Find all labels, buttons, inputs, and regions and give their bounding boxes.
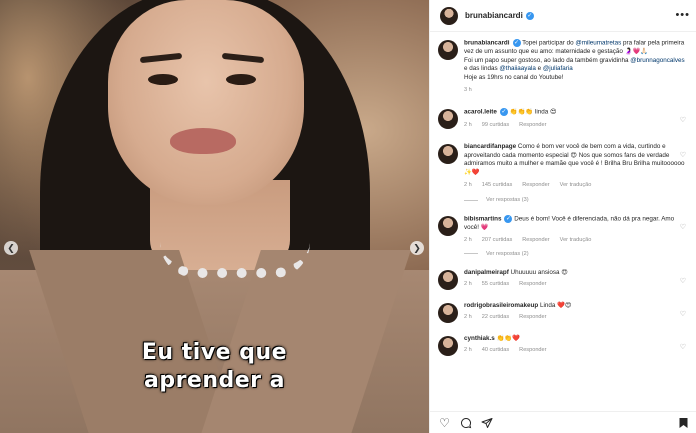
avatar[interactable] — [438, 335, 458, 356]
comment-username[interactable]: bibismartins — [464, 216, 501, 223]
heart-icon[interactable]: ♡ — [680, 310, 686, 318]
author-username[interactable]: brunabiancardi — [465, 11, 523, 20]
mention-link[interactable]: @juliafaria — [543, 65, 573, 72]
chevron-left-icon: ❮ — [7, 242, 15, 253]
bookmark-icon[interactable] — [677, 416, 690, 429]
avatar[interactable] — [438, 144, 458, 165]
view-replies-button[interactable]: Ver respostas (3) — [464, 197, 688, 203]
heart-icon[interactable]: ♡ — [680, 277, 686, 285]
comment-item: acarol.leite ✓ 👏👏👏 linda 😍 2 h 99 curtida… — [438, 108, 688, 130]
view-replies-button[interactable]: Ver respostas (2) — [464, 251, 688, 257]
comment-item: bibismartins ✓ Deus é bom! Você é diferen… — [438, 215, 688, 244]
comment-username[interactable]: cynthiak.s — [464, 335, 495, 342]
verified-icon: ✓ — [512, 39, 521, 47]
avatar[interactable] — [438, 216, 458, 237]
necklace — [160, 242, 310, 278]
next-media-button[interactable]: ❯ — [410, 241, 424, 255]
comment-text: 👏👏❤️ — [496, 334, 521, 342]
eye-right — [226, 74, 256, 85]
comment-icon[interactable] — [459, 416, 472, 429]
description-text: Topei participar do — [520, 39, 576, 47]
verified-icon: ✓ — [504, 215, 513, 224]
comment-time: 2 h — [464, 281, 472, 288]
comment-text: 👏👏👏 linda 😍 — [509, 108, 557, 116]
video-caption-line-2: aprender a — [143, 368, 286, 393]
comment-text: Uhuuuuu ansiosa 😍 — [510, 268, 568, 276]
avatar[interactable] — [438, 269, 458, 290]
comment-likes[interactable]: 40 curtidas — [482, 346, 509, 355]
avatar[interactable] — [438, 302, 458, 323]
reply-button[interactable]: Responder — [519, 121, 546, 130]
description-text: Hoje as 19hrs no canal do Youtube! — [464, 74, 564, 82]
comment-time: 2 h — [464, 237, 472, 244]
comments-list[interactable]: brunabiancardi ✓ Topei participar do @mil… — [430, 33, 696, 411]
translate-button[interactable]: Ver tradução — [560, 181, 592, 190]
comment-likes[interactable]: 207 curtidas — [482, 236, 512, 245]
comment-username[interactable]: danipalmeirapf — [464, 269, 509, 276]
comment-time: 2 h — [464, 347, 472, 354]
woman-face — [108, 0, 304, 205]
comment-time: 2 h — [464, 181, 472, 188]
verified-icon: ✓ — [525, 11, 534, 20]
lips — [170, 128, 236, 154]
description-text: e — [535, 65, 543, 73]
avatar[interactable] — [440, 6, 458, 25]
post-header: brunabiancardi ✓ ••• — [430, 0, 696, 32]
reply-button[interactable]: Responder — [522, 236, 549, 245]
comment-item: cynthiak.s 👏👏❤️ 2 h 40 curtidas Responde… — [438, 335, 688, 356]
heart-icon[interactable]: ♡ — [680, 223, 686, 231]
post-description: brunabiancardi ✓ Topei participar do @mil… — [438, 39, 688, 94]
description-text: e das lindas — [464, 65, 500, 73]
chevron-right-icon: ❯ — [413, 242, 421, 253]
comment-item: rodrigobrasileiromakeup Linda ❤️😍 2 h 22… — [438, 302, 688, 323]
avatar[interactable] — [438, 109, 458, 130]
translate-button[interactable]: Ver tradução — [560, 236, 592, 245]
description-username[interactable]: brunabiancardi — [464, 40, 510, 47]
post-actions-bar: ♡ — [430, 411, 696, 433]
instagram-post-view: Eu tive que aprender a ❮ ❯ brunabiancard… — [0, 0, 696, 433]
reply-button[interactable]: Responder — [519, 346, 546, 355]
post-side-panel: brunabiancardi ✓ ••• brunabiancardi ✓ Top… — [429, 0, 696, 433]
share-icon[interactable] — [480, 416, 493, 429]
reply-button[interactable]: Responder — [522, 181, 549, 190]
comment-likes[interactable]: 145 curtidas — [482, 181, 512, 190]
reply-button[interactable]: Responder — [519, 280, 546, 289]
comment-likes[interactable]: 99 curtidas — [482, 121, 509, 130]
mention-link[interactable]: @thaiiaayala — [499, 65, 536, 72]
post-media[interactable]: Eu tive que aprender a ❮ ❯ — [0, 0, 429, 433]
mention-link[interactable]: @brunnagoncalves — [630, 57, 684, 64]
post-time: 3 h — [464, 86, 472, 93]
eye-left — [148, 74, 178, 85]
heart-icon[interactable]: ♡ — [438, 416, 451, 430]
comment-item: biancardifanpage Como é bom ver você de … — [438, 143, 688, 189]
comment-username[interactable]: rodrigobrasileiromakeup — [464, 302, 538, 309]
video-caption-line-1: Eu tive que — [141, 340, 288, 365]
avatar[interactable] — [438, 40, 458, 60]
heart-icon[interactable]: ♡ — [680, 151, 686, 159]
comment-text: Linda ❤️😍 — [539, 301, 572, 309]
mention-link[interactable]: @mileumatretas — [575, 40, 621, 47]
reply-button[interactable]: Responder — [519, 313, 546, 322]
previous-media-button[interactable]: ❮ — [4, 241, 18, 255]
description-text: Foi um papo super gostoso, ao lado da ta… — [464, 56, 631, 64]
comment-time: 2 h — [464, 314, 472, 321]
more-icon[interactable]: ••• — [675, 9, 690, 21]
comment-likes[interactable]: 22 curtidas — [482, 313, 509, 322]
heart-icon[interactable]: ♡ — [680, 116, 686, 124]
comment-item: danipalmeirapf Uhuuuuu ansiosa 😍 2 h 55 … — [438, 269, 688, 290]
comment-username[interactable]: biancardifanpage — [464, 143, 516, 150]
comment-time: 2 h — [464, 121, 472, 128]
verified-icon: ✓ — [499, 108, 508, 117]
heart-icon[interactable]: ♡ — [680, 343, 686, 351]
comment-likes[interactable]: 55 curtidas — [482, 280, 509, 289]
comment-username[interactable]: acarol.leite — [464, 109, 497, 116]
